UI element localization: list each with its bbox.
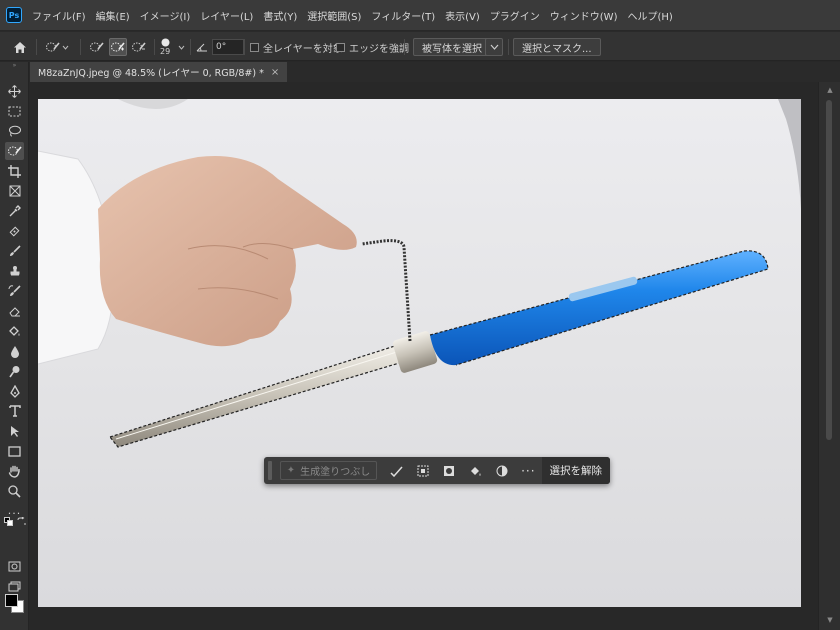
paint-bucket-icon [471, 466, 481, 476]
home-icon [9, 36, 31, 58]
select-subject-dropdown[interactable] [485, 38, 503, 56]
clone-stamp-icon[interactable] [5, 262, 24, 280]
crop-icon[interactable] [5, 162, 24, 180]
document-tab-title: M8zaZnJQ.jpeg @ 48.5% (レイヤー 0, RGB/8#) * [38, 68, 264, 79]
quick-selection-icon[interactable] [5, 142, 24, 160]
menu-image[interactable]: イメージ(I) [135, 8, 196, 23]
angle-input[interactable]: 0° [212, 39, 244, 55]
deselect-button[interactable]: 選択を解除 [541, 457, 611, 484]
options-bar: 29 0° 全レイヤーを対象 エッジを強調 被写体を選択 選択とマスク... [0, 31, 840, 61]
chevron-down-icon [62, 45, 69, 50]
modify-selection-button[interactable] [383, 457, 409, 484]
generative-fill-label: 生成塗りつぶし [300, 467, 371, 478]
brush-size-picker[interactable]: 29 [160, 32, 170, 62]
photo-image [38, 99, 801, 607]
scroll-down-icon[interactable]: ▼ [825, 616, 835, 626]
sample-all-layers-option[interactable]: 全レイヤーを対象 [250, 32, 343, 62]
document-tab[interactable]: M8zaZnJQ.jpeg @ 48.5% (レイヤー 0, RGB/8#) *… [30, 62, 288, 82]
chevron-down-icon [490, 44, 498, 50]
more-options-button[interactable]: ··· [515, 464, 541, 478]
screen-mode-icon[interactable] [5, 577, 24, 595]
adjustment-layer-button[interactable] [489, 457, 515, 484]
mask-icon [444, 465, 455, 476]
menu-file[interactable]: ファイル(F) [27, 8, 91, 23]
enhance-edge-checkbox[interactable] [336, 42, 345, 52]
menu-view[interactable]: 表示(V) [440, 8, 485, 23]
lasso-icon[interactable] [5, 122, 24, 140]
vertical-scrollbar[interactable]: ▲ ▼ [818, 82, 840, 630]
type-icon[interactable] [5, 402, 24, 420]
photoshop-logo: Ps [6, 7, 22, 23]
brush-dropdown[interactable] [178, 32, 185, 62]
new-selection-button[interactable] [88, 32, 106, 62]
new-selection-icon [88, 38, 106, 56]
photoshop-window: Ps ファイル(F) 編集(E) イメージ(I) レイヤー(L) 書式(Y) 選… [0, 0, 840, 630]
sample-all-layers-label: 全レイヤーを対象 [263, 43, 343, 55]
brush-size-value: 29 [160, 47, 171, 56]
swap-colors-icon[interactable] [16, 516, 26, 526]
scroll-up-icon[interactable]: ▲ [825, 86, 835, 96]
marquee-icon[interactable] [5, 102, 24, 120]
add-to-selection-button[interactable] [109, 32, 127, 62]
brush-icon[interactable] [5, 242, 24, 260]
path-selection-icon[interactable] [5, 422, 24, 440]
frame-icon[interactable] [5, 182, 24, 200]
zoom-icon[interactable] [5, 482, 24, 500]
scrollbar-thumb[interactable] [826, 100, 832, 440]
enhance-edge-option[interactable]: エッジを強調 [336, 32, 409, 62]
foreground-color-swatch[interactable] [5, 594, 18, 607]
menu-bar: Ps ファイル(F) 編集(E) イメージ(I) レイヤー(L) 書式(Y) 選… [0, 0, 840, 30]
eraser-icon[interactable] [5, 302, 24, 320]
invert-selection-button[interactable] [410, 457, 436, 484]
contextual-task-bar: ✦ 生成塗りつぶし ··· 選択を解除 [264, 457, 611, 484]
move-icon[interactable] [5, 82, 24, 100]
hand-icon[interactable] [5, 462, 24, 480]
spot-healing-icon[interactable] [5, 222, 24, 240]
eyedropper-icon[interactable] [5, 202, 24, 220]
quick-mask-icon[interactable] [5, 557, 24, 575]
close-icon[interactable]: × [271, 67, 279, 78]
subtract-from-selection-icon [130, 38, 148, 56]
create-mask-button[interactable] [436, 457, 462, 484]
tools-panel: » ··· [0, 62, 29, 630]
brush-tip-icon [161, 38, 170, 47]
adjustment-icon [496, 465, 508, 476]
sample-all-layers-checkbox[interactable] [250, 42, 259, 52]
add-to-selection-icon [109, 38, 127, 56]
sparkle-icon: ✦ [286, 465, 296, 476]
select-subject-button[interactable]: 被写体を選択 [413, 38, 491, 56]
invert-selection-icon [417, 465, 429, 476]
select-and-mask-button[interactable]: 選択とマスク... [513, 38, 601, 56]
enhance-edge-label: エッジを強調 [349, 43, 409, 55]
document-canvas[interactable] [38, 99, 801, 607]
rectangle-icon[interactable] [5, 442, 24, 460]
tool-preset-picker[interactable] [44, 32, 69, 62]
dodge-icon[interactable] [5, 362, 24, 380]
angle-control: 0° [196, 32, 244, 62]
default-colors-icon[interactable] [3, 516, 13, 526]
generative-fill-button[interactable]: ✦ 生成塗りつぶし [279, 461, 378, 480]
menu-layer[interactable]: レイヤー(L) [195, 8, 258, 23]
chevron-down-icon [178, 45, 185, 50]
menu-filter[interactable]: フィルター(T) [366, 8, 440, 23]
menu-select[interactable]: 選択範囲(S) [302, 8, 366, 23]
paint-bucket-icon[interactable] [5, 322, 24, 340]
menu-help[interactable]: ヘルプ(H) [622, 8, 677, 23]
subtract-from-selection-button[interactable] [130, 32, 148, 62]
menu-edit[interactable]: 編集(E) [91, 8, 135, 23]
quick-selection-preset-icon [44, 38, 62, 56]
angle-icon [196, 43, 207, 52]
menu-window[interactable]: ウィンドウ(W) [545, 8, 623, 23]
menu-plugins[interactable]: プラグイン [485, 8, 545, 23]
document-tab-bar: M8zaZnJQ.jpeg @ 48.5% (レイヤー 0, RGB/8#) *… [30, 62, 840, 82]
taskbar-drag-handle[interactable] [268, 461, 272, 480]
modify-selection-icon [390, 466, 403, 477]
home-button[interactable] [9, 32, 31, 62]
pen-icon[interactable] [5, 382, 24, 400]
fill-selection-button[interactable] [462, 457, 488, 484]
collapse-toolbar-icon[interactable]: » [0, 62, 29, 70]
blur-icon[interactable] [5, 342, 24, 360]
history-brush-icon[interactable] [5, 282, 24, 300]
menu-type[interactable]: 書式(Y) [258, 8, 302, 23]
